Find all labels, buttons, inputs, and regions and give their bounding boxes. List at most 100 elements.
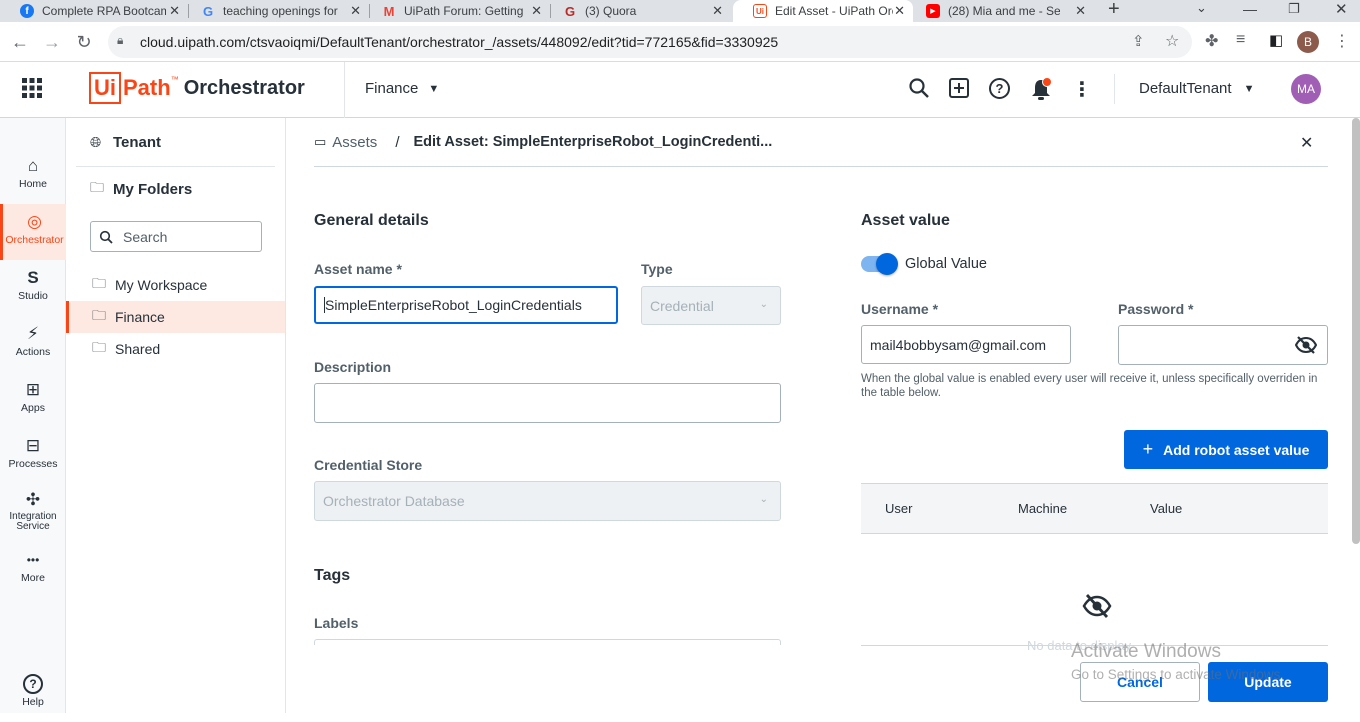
update-button[interactable]: Update: [1208, 662, 1328, 702]
nav-processes[interactable]: ⊟ Processes: [0, 428, 66, 484]
uipath-logo[interactable]: Ui Path ™ Orchestrator: [89, 71, 305, 105]
nav-home[interactable]: ⌂ Home: [0, 148, 66, 204]
password-input[interactable]: [1118, 325, 1328, 365]
url-text[interactable]: cloud.uipath.com/ctsvaoiqmi/DefaultTenan…: [140, 34, 778, 50]
folder-selector[interactable]: Finance ▼: [365, 80, 439, 97]
close-icon[interactable]: ✕: [1300, 133, 1313, 153]
more-vert-icon[interactable]: ⋮: [1072, 77, 1092, 102]
folder-tenant[interactable]: 🌐︎ Tenant: [66, 126, 285, 158]
browser-tab[interactable]: G teaching openings for ✕: [181, 0, 369, 22]
close-window-icon[interactable]: ✕: [1335, 0, 1348, 18]
search-icon[interactable]: [908, 77, 930, 104]
bookmark-star-icon[interactable]: ☆: [1165, 31, 1179, 51]
close-tab-icon[interactable]: ✕: [712, 3, 723, 19]
column-header-value[interactable]: Value: [1150, 501, 1182, 516]
facebook-icon: f: [20, 4, 34, 18]
nav-studio[interactable]: S Studio: [0, 260, 66, 316]
browser-tab[interactable]: f Complete RPA Bootcamp ✕: [0, 0, 188, 22]
nav-label: Help: [22, 696, 44, 708]
google-icon: G: [202, 3, 214, 19]
studio-icon: S: [27, 268, 39, 287]
divider: [1114, 74, 1115, 104]
folder-item-my-workspace[interactable]: 🗀 My Workspace: [66, 269, 285, 301]
side-panel-icon[interactable]: ◧: [1269, 31, 1283, 49]
lock-icon[interactable]: 🔒︎: [117, 33, 123, 48]
apps-icon: ⊞: [25, 380, 41, 399]
global-value-toggle[interactable]: [861, 253, 898, 275]
nav-actions[interactable]: ⚡ Actions: [0, 316, 66, 372]
reload-icon[interactable]: ↻: [72, 30, 96, 54]
browser-tab-strip: f Complete RPA Bootcamp ✕ G teaching ope…: [0, 0, 1360, 22]
folder-my-folders[interactable]: 🗀 My Folders: [66, 173, 285, 205]
profile-avatar[interactable]: B: [1297, 31, 1319, 53]
breadcrumb-assets-link[interactable]: Assets: [332, 134, 377, 151]
labels-input[interactable]: [314, 639, 781, 645]
folder-icon: 🗀: [92, 307, 106, 323]
folder-label: Finance: [115, 309, 165, 325]
nav-more[interactable]: ••• More: [0, 542, 66, 598]
tab-search-icon[interactable]: ⌄: [1196, 0, 1207, 16]
close-tab-icon[interactable]: ✕: [531, 3, 542, 19]
browser-tab[interactable]: M UiPath Forum: Getting ✕: [362, 0, 550, 22]
globe-icon: 🌐︎: [90, 133, 102, 150]
quora-icon: G: [564, 3, 576, 19]
nav-label: Orchestrator: [5, 234, 64, 246]
credential-store-label: Credential Store: [314, 457, 423, 473]
chevron-down-icon: ⌄: [759, 494, 768, 505]
page-scrollbar-thumb[interactable]: [1352, 118, 1360, 544]
back-icon[interactable]: ←: [8, 30, 32, 54]
global-value-label: Global Value: [905, 256, 987, 272]
visibility-off-icon[interactable]: [1294, 334, 1318, 359]
credential-store-select: Orchestrator Database ⌄: [314, 481, 781, 521]
address-bar[interactable]: 🔒︎ cloud.uipath.com/ctsvaoiqmi/DefaultTe…: [108, 26, 1192, 58]
tags-heading: Tags: [314, 567, 351, 584]
new-tab-button[interactable]: +: [1108, 0, 1120, 21]
user-avatar[interactable]: MA: [1291, 74, 1321, 104]
description-input[interactable]: [314, 383, 781, 423]
asset-name-label: Asset name *: [314, 261, 402, 277]
close-tab-icon[interactable]: ✕: [1075, 3, 1086, 19]
browser-tab[interactable]: ▶ (28) Mia and me - Search ✕: [906, 0, 1094, 22]
share-icon[interactable]: ⇪: [1132, 32, 1145, 50]
nav-help[interactable]: ? Help: [0, 666, 66, 722]
browser-menu-icon[interactable]: ⋮: [1334, 31, 1350, 51]
close-tab-icon[interactable]: ✕: [894, 3, 905, 19]
nav-integration-service[interactable]: ✣ Integration Service: [0, 482, 66, 542]
button-label: Add robot asset value: [1163, 441, 1310, 458]
close-tab-icon[interactable]: ✕: [169, 3, 180, 19]
app-launcher-icon[interactable]: [22, 78, 42, 103]
media-icon[interactable]: ≡: [1236, 31, 1245, 49]
asset-name-input[interactable]: SimpleEnterpriseRobot_LoginCredentials: [314, 286, 618, 324]
browser-tab-active[interactable]: Ui Edit Asset - UiPath Orchestrator ✕: [733, 0, 913, 22]
chevron-down-icon: ▼: [428, 82, 440, 95]
notifications-icon[interactable]: [1030, 77, 1052, 107]
tab-title: UiPath Forum: Getting: [404, 4, 524, 18]
nav-apps[interactable]: ⊞ Apps: [0, 372, 66, 428]
column-header-machine[interactable]: Machine: [1018, 501, 1067, 516]
folder-item-shared[interactable]: 🗀 Shared: [66, 333, 285, 365]
help-icon[interactable]: ?: [989, 78, 1010, 99]
robot-values-table-header: User Machine Value: [861, 483, 1328, 534]
forward-icon[interactable]: →: [40, 30, 64, 54]
username-value: mail4bobbysam@gmail.com: [870, 336, 1047, 353]
restore-icon[interactable]: ❐: [1288, 1, 1300, 17]
extensions-icon[interactable]: ✤: [1205, 31, 1218, 51]
add-icon[interactable]: [949, 78, 969, 103]
tab-title: Complete RPA Bootcamp: [42, 4, 166, 18]
tab-title: teaching openings for: [223, 4, 338, 18]
username-input[interactable]: mail4bobbysam@gmail.com: [861, 325, 1071, 364]
app-header: Ui Path ™ Orchestrator Finance ▼ ? ⋮ Def…: [0, 62, 1360, 118]
folder-search-input[interactable]: Search: [90, 221, 262, 252]
minimize-icon[interactable]: —: [1243, 1, 1257, 17]
actions-icon: ⚡: [27, 324, 39, 343]
nav-orchestrator[interactable]: ◎ Orchestrator: [0, 204, 66, 260]
add-robot-asset-value-button[interactable]: + Add robot asset value: [1124, 430, 1328, 469]
column-header-user[interactable]: User: [885, 501, 912, 516]
close-tab-icon[interactable]: ✕: [350, 3, 361, 19]
tab-title: Edit Asset - UiPath Orchestrator: [775, 4, 893, 18]
browser-tab[interactable]: G (3) Quora ✕: [543, 0, 731, 22]
folder-item-finance[interactable]: 🗀 Finance: [66, 301, 285, 333]
browser-toolbar: ← → ↻ 🔒︎ cloud.uipath.com/ctsvaoiqmi/Def…: [0, 22, 1360, 62]
tenant-selector[interactable]: DefaultTenant ▼: [1139, 80, 1254, 97]
cancel-button[interactable]: Cancel: [1080, 662, 1200, 702]
